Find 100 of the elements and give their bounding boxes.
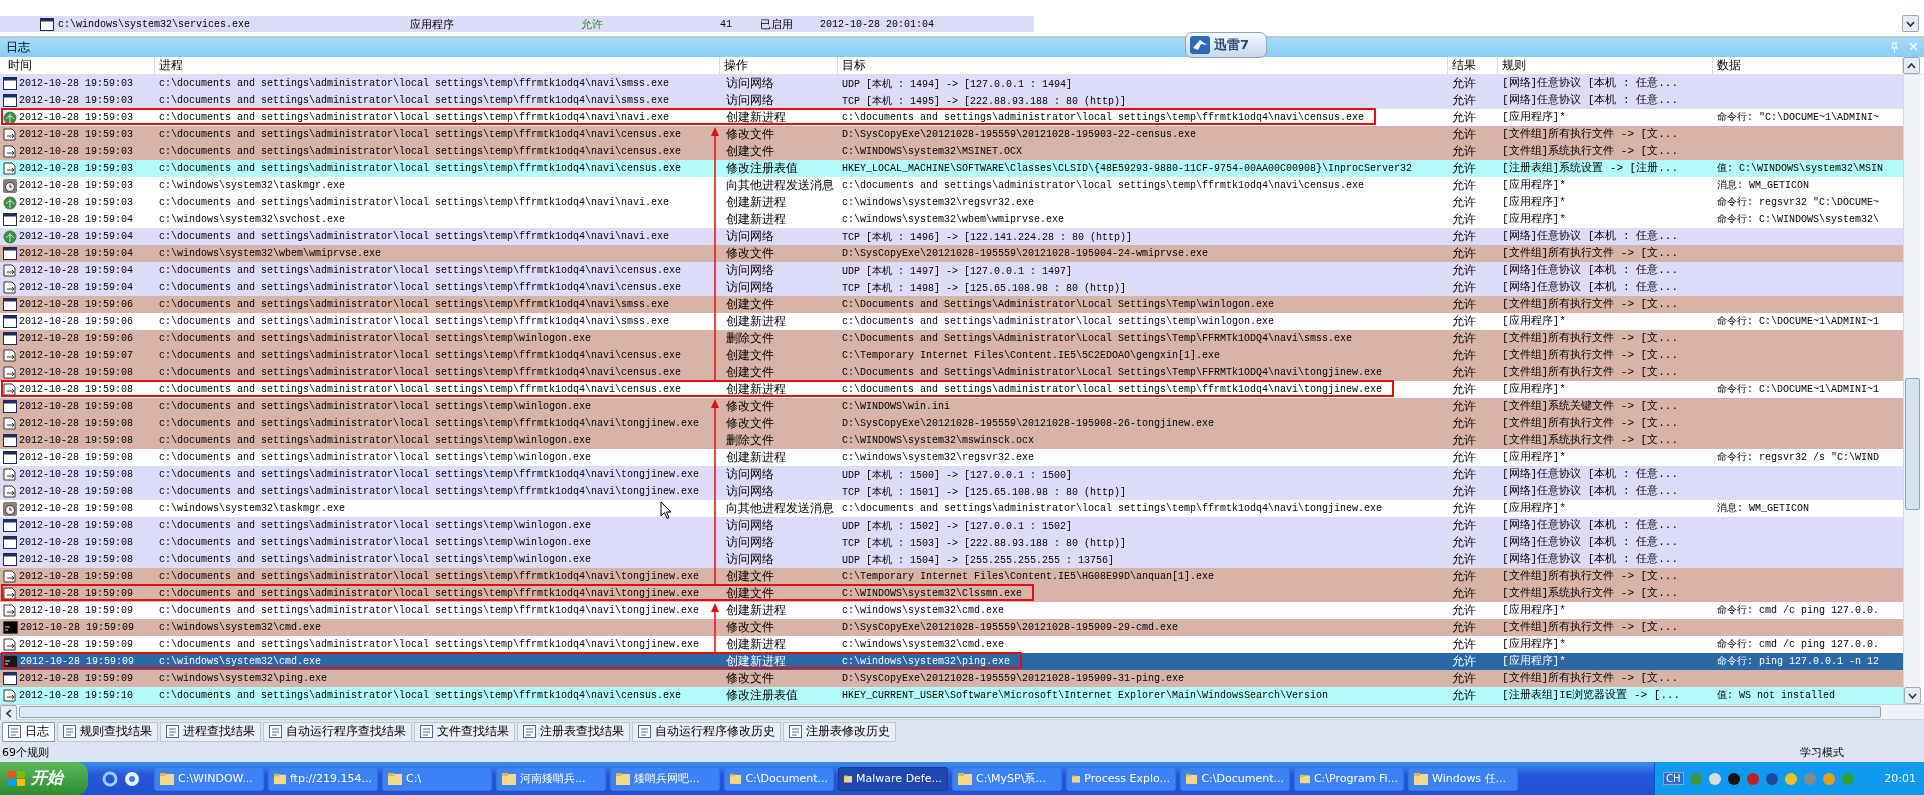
log-row[interactable]: 2012-10-28 19:59:04 c:\documents and settings\administrator\local settings\temp\ffrmtk1odq4\navi\navi.exe 访问网络 TCP [本机 : 1496] -> [122.141.224.28 : 80 (http)] 允许 [网络]任意协议 [本机 : 任意... bbox=[0, 228, 1903, 246]
taskbar-button[interactable]: C:\MySP\系... bbox=[952, 766, 1062, 791]
log-row[interactable]: 2012-10-28 19:59:09 c:\windows\system32\ping.exe 修改文件 D:\SysCopyExe\20121028-195559\20121028-195909-31-ping.exe 允许 [文件组]所有执行文件 -> [文... bbox=[0, 670, 1903, 688]
tab[interactable]: 注册表修改历史 bbox=[783, 721, 896, 742]
operation-cell-text: 访问网络 bbox=[725, 229, 774, 246]
log-row[interactable] bbox=[0, 330, 1903, 348]
taskbar-button[interactable]: Process Explo... bbox=[1066, 766, 1176, 791]
scroll-up-button[interactable] bbox=[1903, 57, 1920, 75]
target-cell-text: c:\windows\system32\regsvr32.exe bbox=[841, 197, 1035, 209]
rule-cell-text: [网络]任意协议 [本机 : 任意... bbox=[1501, 281, 1678, 295]
tray-icon[interactable] bbox=[1726, 771, 1741, 786]
column-header[interactable]: 结果 bbox=[1448, 57, 1498, 75]
taskbar-button[interactable]: C:\ bbox=[382, 766, 492, 791]
operation-cell-text: 向其他进程发送消息 bbox=[725, 178, 834, 195]
taskbar-button[interactable]: C:\Document... bbox=[1180, 766, 1290, 791]
column-header[interactable]: 规则 bbox=[1498, 57, 1713, 75]
table-row[interactable]: c:\windows\system32\services.exe 应用程序 允许 41 已启用 2012-10-28 20:01:04 bbox=[0, 16, 1034, 33]
process-cell-text: c:\documents and settings\administrator\local settings\temp\winlogon.exe bbox=[158, 452, 592, 464]
process-cell-text: c:\documents and settings\administrator\local settings\temp\ffrmtk1odq4\navi\tongjinew.exe bbox=[158, 605, 700, 617]
log-row[interactable]: 2012-10-28 19:59:04 c:\documents and settings\administrator\local settings\temp\ffrmtk1odq4\navi\census.exe 访问网络 TCP [本机 : 1498] -> [125.65.108.98 : 80 (http)] 允许 [网络]任意协议 [本机 : 任意... bbox=[0, 279, 1903, 297]
tab[interactable]: 日志 bbox=[2, 721, 55, 742]
log-row[interactable]: 2012-10-28 19:59:07 c:\documents and settings\administrator\local settings\temp\ffrmtk1odq4\navi\census.exe 创建文件 C:\Temporary Internet Files\Content.IE5\5C2EDOAO\gengxin[1].exe 允许 [文件组]所有执行文件 -> [文... bbox=[0, 347, 1903, 365]
result-cell-text: 允许 bbox=[1451, 654, 1476, 671]
operation-cell-text: 创建文件 bbox=[725, 144, 774, 161]
tab[interactable]: 自动运行程序修改历史 bbox=[632, 721, 781, 742]
column-header[interactable]: 时间 bbox=[0, 57, 155, 75]
log-row[interactable] bbox=[0, 296, 1903, 314]
time-cell: 2012-10-28 19:59:04 bbox=[19, 282, 134, 294]
language-indicator[interactable]: CH bbox=[1663, 772, 1684, 785]
scrollbar-thumb[interactable] bbox=[1905, 378, 1920, 511]
mode-text: 学习模式 bbox=[1800, 745, 1844, 760]
chevron-down-icon bbox=[1908, 692, 1917, 699]
column-header[interactable]: 操作 bbox=[720, 57, 838, 75]
log-row[interactable] bbox=[0, 364, 1903, 382]
log-row[interactable]: 2012-10-28 19:59:03 c:\documents and settings\administrator\local settings\temp\ffrmtk1odq4\navi\census.exe 创建文件 C:\WINDOWS\system32\MSINET.OCX 允许 [文件组]系统执行文件 -> [文... bbox=[0, 143, 1903, 161]
taskbar-button[interactable]: Malware Defe... bbox=[838, 766, 948, 791]
folder-icon bbox=[274, 772, 286, 785]
process-cell-text: c:\windows\system32\cmd.exe bbox=[158, 656, 322, 668]
flag-icon bbox=[8, 770, 26, 787]
document-icon bbox=[3, 382, 17, 397]
operation-cell-text: 创建新进程 bbox=[725, 654, 786, 671]
log-row[interactable]: 2012-10-28 19:59:08 c:\documents and settings\administrator\local settings\temp\ffrmtk1odq4\navi\tongjinew.exe 访问网络 UDP [本机 : 1500] -> [127.0.0.1 : 1500] 允许 [网络]任意协议 [本机 : 任意... bbox=[0, 466, 1903, 484]
scrollbar-thumb[interactable] bbox=[19, 706, 1881, 719]
taskbar-button[interactable]: C:\Document... bbox=[724, 766, 834, 791]
floating-badge[interactable]: 迅雷7 bbox=[1185, 32, 1267, 59]
tab[interactable]: 自动运行程序查找结果 bbox=[263, 721, 412, 742]
scroll-down-button[interactable] bbox=[1902, 15, 1919, 33]
taskbar-button[interactable]: ftp://219.154... bbox=[268, 766, 378, 791]
target-cell-text: C:\Documents and Settings\Administrator\Local Settings\Temp\FFRMTk1ODQ4\navi\smss.exe bbox=[841, 333, 1353, 345]
process-cell-text: c:\windows\system32\svchost.exe bbox=[158, 214, 346, 226]
log-row[interactable] bbox=[0, 160, 1903, 178]
time-text: 2012-10-28 20:01:04 bbox=[820, 18, 936, 30]
log-row[interactable]: 2012-10-28 19:59:04 c:\documents and settings\administrator\local settings\temp\ffrmtk1odq4\navi\census.exe 访问网络 UDP [本机 : 1497] -> [127.0.0.1 : 1497] 允许 [网络]任意协议 [本机 : 任意... bbox=[0, 262, 1903, 280]
taskbar-button[interactable]: C:\Program Fi... bbox=[1294, 766, 1404, 791]
log-row[interactable]: 2012-10-28 19:59:08 c:\documents and settings\administrator\local settings\temp\winlogon.exe 访问网络 UDP [本机 : 1502] -> [127.0.0.1 : 1502] 允许 [网络]任意协议 [本机 : 任意... bbox=[0, 517, 1903, 535]
log-row[interactable]: 2012-10-28 19:59:09 c:\windows\system32\cmd.exe 修改文件 D:\SysCopyExe\20121028-195559\20121028-195909-29-cmd.exe 允许 [文件组]所有执行文件 -> [文... bbox=[0, 619, 1903, 637]
target-cell-text: C:\Temporary Internet Files\Content.IE5\5C2EDOAO\gengxin[1].exe bbox=[841, 350, 1221, 362]
process-cell-text: c:\documents and settings\administrator\local settings\temp\ffrmtk1odq4\navi\tongjinew.exe bbox=[158, 588, 700, 600]
log-row[interactable]: 2012-10-28 19:59:04 c:\windows\system32\wbem\wmiprvse.exe 修改文件 D:\SysCopyExe\20121028-195559\20121028-195904-24-wmiprvse.exe 允许 [文件组]所有执行文件 -> [文... bbox=[0, 245, 1903, 263]
browser-icon[interactable] bbox=[102, 770, 118, 787]
log-row[interactable]: 2012-10-28 19:59:03 c:\documents and settings\administrator\local settings\temp\ffrmtk1odq4\navi\smss.exe 访问网络 TCP [本机 : 1495] -> [222.88.93.188 : 80 (http)] 允许 [网络]任意协议 [本机 : 任意... bbox=[0, 92, 1903, 110]
taskbar-button[interactable]: 矮哨兵网吧... bbox=[610, 766, 720, 791]
target-cell-text: TCP [本机 : 1496] -> [122.141.224.28 : 80 (http)] bbox=[841, 230, 1133, 244]
taskbar-button[interactable]: Windows 任... bbox=[1408, 766, 1518, 791]
target-cell-text: c:\windows\system32\ping.exe bbox=[841, 656, 1011, 668]
tab[interactable]: 文件查找结果 bbox=[414, 721, 515, 742]
document-icon bbox=[3, 484, 17, 499]
taskbar-button[interactable]: C:\WINDOW... bbox=[154, 766, 264, 791]
rule-cell-text: [注册表组]系统设置 -> [注册... bbox=[1501, 162, 1678, 176]
log-row[interactable]: 2012-10-28 19:59:08 c:\documents and settings\administrator\local settings\temp\winlogon.exe 修改文件 C:\WINDOWS\win.ini 允许 [文件组]系统关键文件 -> [文... bbox=[0, 398, 1903, 416]
target-cell-text: c:\documents and settings\administrator\local settings\temp\winlogon.exe bbox=[841, 316, 1275, 328]
column-header[interactable]: 进程 bbox=[155, 57, 720, 75]
log-row[interactable]: 2012-10-28 19:59:03 c:\documents and settings\administrator\local settings\temp\ffrmtk1odq4\navi\smss.exe 访问网络 UDP [本机 : 1494] -> [127.0.0.1 : 1494] 允许 [网络]任意协议 [本机 : 任意... bbox=[0, 75, 1903, 93]
tab[interactable]: 进程查找结果 bbox=[160, 721, 261, 742]
status-text: 69个规则 bbox=[2, 745, 49, 760]
tray-icon[interactable] bbox=[1764, 771, 1779, 786]
log-row[interactable]: 2012-10-28 19:59:09 c:\documents and settings\administrator\local settings\temp\ffrmtk1odq4\navi\tongjinew.exe 创建文件 C:\WINDOWS\system32\Clssmn.exe 允许 [文件组]系统执行文件 -> [文... bbox=[0, 585, 1903, 603]
taskbar-button[interactable]: 河南矮哨兵... bbox=[496, 766, 606, 791]
scroll-down-button[interactable] bbox=[1904, 687, 1921, 705]
log-row[interactable]: 2012-10-28 19:59:09 c:\windows\system32\cmd.exe 创建新进程 c:\windows\system32\ping.exe 允许 [应用程序]* 命令行: ping 127.0.0.1 -n 12 bbox=[0, 653, 1903, 671]
folder-icon bbox=[1414, 772, 1428, 785]
tab[interactable]: 注册表查找结果 bbox=[517, 721, 630, 742]
log-row[interactable]: 2012-10-28 19:59:08 c:\documents and settings\administrator\local settings\temp\winlogon.exe 访问网络 TCP [本机 : 1503] -> [222.88.93.188 : 80 (http)] 允许 [网络]任意协议 [本机 : 任意... bbox=[0, 534, 1903, 552]
rule-cell-text: [文件组]所有执行文件 -> [文... bbox=[1501, 621, 1678, 635]
window-icon bbox=[3, 247, 17, 261]
folder-icon bbox=[1186, 772, 1198, 785]
log-row[interactable]: 2012-10-28 19:59:03 c:\documents and settings\administrator\local settings\temp\ffrmtk1odq4\navi\census.exe 修改文件 D:\SysCopyExe\20121028-195559\20121028-195903-22-census.exe 允许 [文件组]所有执行文件 -> [文... bbox=[0, 126, 1903, 144]
log-row[interactable] bbox=[0, 568, 1903, 586]
column-header[interactable]: 目标 bbox=[838, 57, 1448, 75]
process-cell-text: c:\documents and settings\administrator\local settings\temp\ffrmtk1odq4\navi\tongjinew.exe bbox=[158, 418, 700, 430]
process-cell-text: c:\documents and settings\administrator\local settings\temp\winlogon.exe bbox=[158, 520, 592, 532]
log-row[interactable] bbox=[0, 687, 1903, 705]
document-icon bbox=[3, 586, 17, 601]
tab[interactable]: 规则查找结果 bbox=[57, 721, 158, 742]
clock-icon bbox=[3, 178, 17, 193]
log-row[interactable]: 2012-10-28 19:59:08 c:\documents and settings\administrator\local settings\temp\winlogon.exe 删除文件 C:\WINDOWS\system32\mswinsck.ocx 允许 [文件组]系统执行文件 -> [文... bbox=[0, 432, 1903, 450]
log-row[interactable]: 2012-10-28 19:59:08 c:\documents and settings\administrator\local settings\temp\ffrmtk1odq4\navi\tongjinew.exe 访问网络 TCP [本机 : 1501] -> [125.65.108.98 : 80 (http)] 允许 [网络]任意协议 [本机 : 任意... bbox=[0, 483, 1903, 501]
document-icon bbox=[3, 144, 17, 159]
target-cell-text: UDP [本机 : 1494] -> [127.0.0.1 : 1494] bbox=[841, 77, 1073, 91]
log-row[interactable]: 2012-10-28 19:59:08 c:\documents and settings\administrator\local settings\temp\winlogon.exe 访问网络 UDP [本机 : 1504] -> [255.255.255.255 : 13756] 允许 [网络]任意协议 [本机 : 任意... bbox=[0, 551, 1903, 569]
